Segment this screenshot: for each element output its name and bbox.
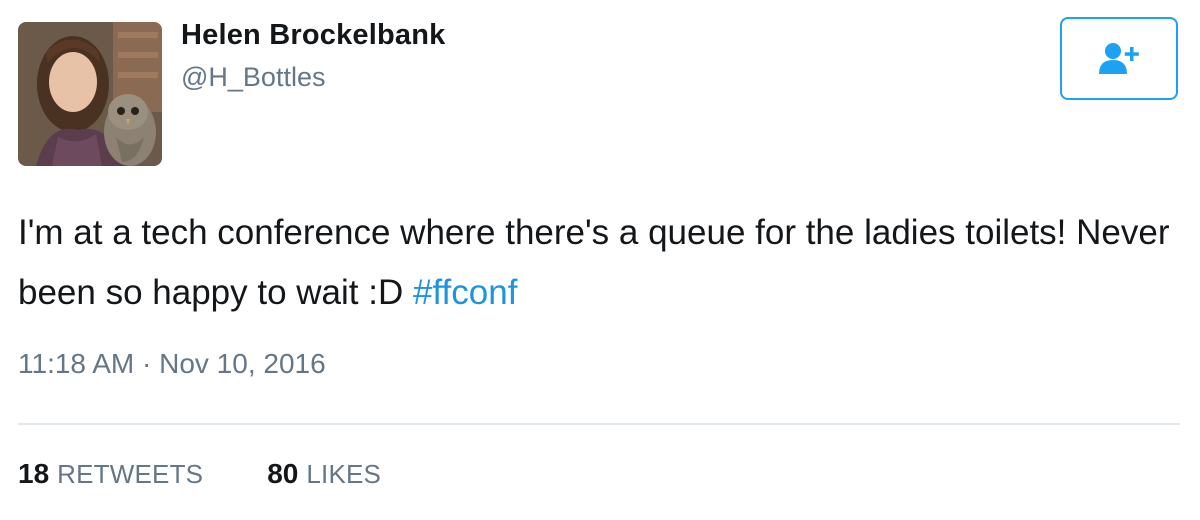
retweets-stat[interactable]: 18 RETWEETS bbox=[18, 458, 203, 490]
follow-button[interactable] bbox=[1060, 17, 1178, 100]
avatar-image bbox=[18, 22, 162, 166]
tweet-stats: 18 RETWEETS 80 LIKES bbox=[18, 458, 381, 490]
divider bbox=[18, 423, 1180, 425]
retweets-label: RETWEETS bbox=[57, 459, 204, 489]
tweet-text: I'm at a tech conference where there's a… bbox=[18, 203, 1178, 323]
tweet-timestamp[interactable]: 11:18 AM · Nov 10, 2016 bbox=[18, 348, 326, 380]
likes-stat[interactable]: 80 LIKES bbox=[267, 458, 381, 490]
avatar[interactable] bbox=[18, 22, 162, 166]
hashtag-link[interactable]: #ffconf bbox=[413, 273, 517, 312]
likes-label: LIKES bbox=[306, 459, 382, 489]
tweet-card: Helen Brockelbank @H_Bottles I'm at a te… bbox=[0, 0, 1200, 520]
likes-count: 80 bbox=[267, 458, 299, 489]
tweet-body: I'm at a tech conference where there's a… bbox=[18, 213, 1170, 312]
follow-user-plus-icon bbox=[1099, 42, 1139, 74]
retweets-count: 18 bbox=[18, 458, 50, 489]
author-handle[interactable]: @H_Bottles bbox=[181, 62, 325, 93]
author-display-name[interactable]: Helen Brockelbank bbox=[181, 19, 446, 52]
